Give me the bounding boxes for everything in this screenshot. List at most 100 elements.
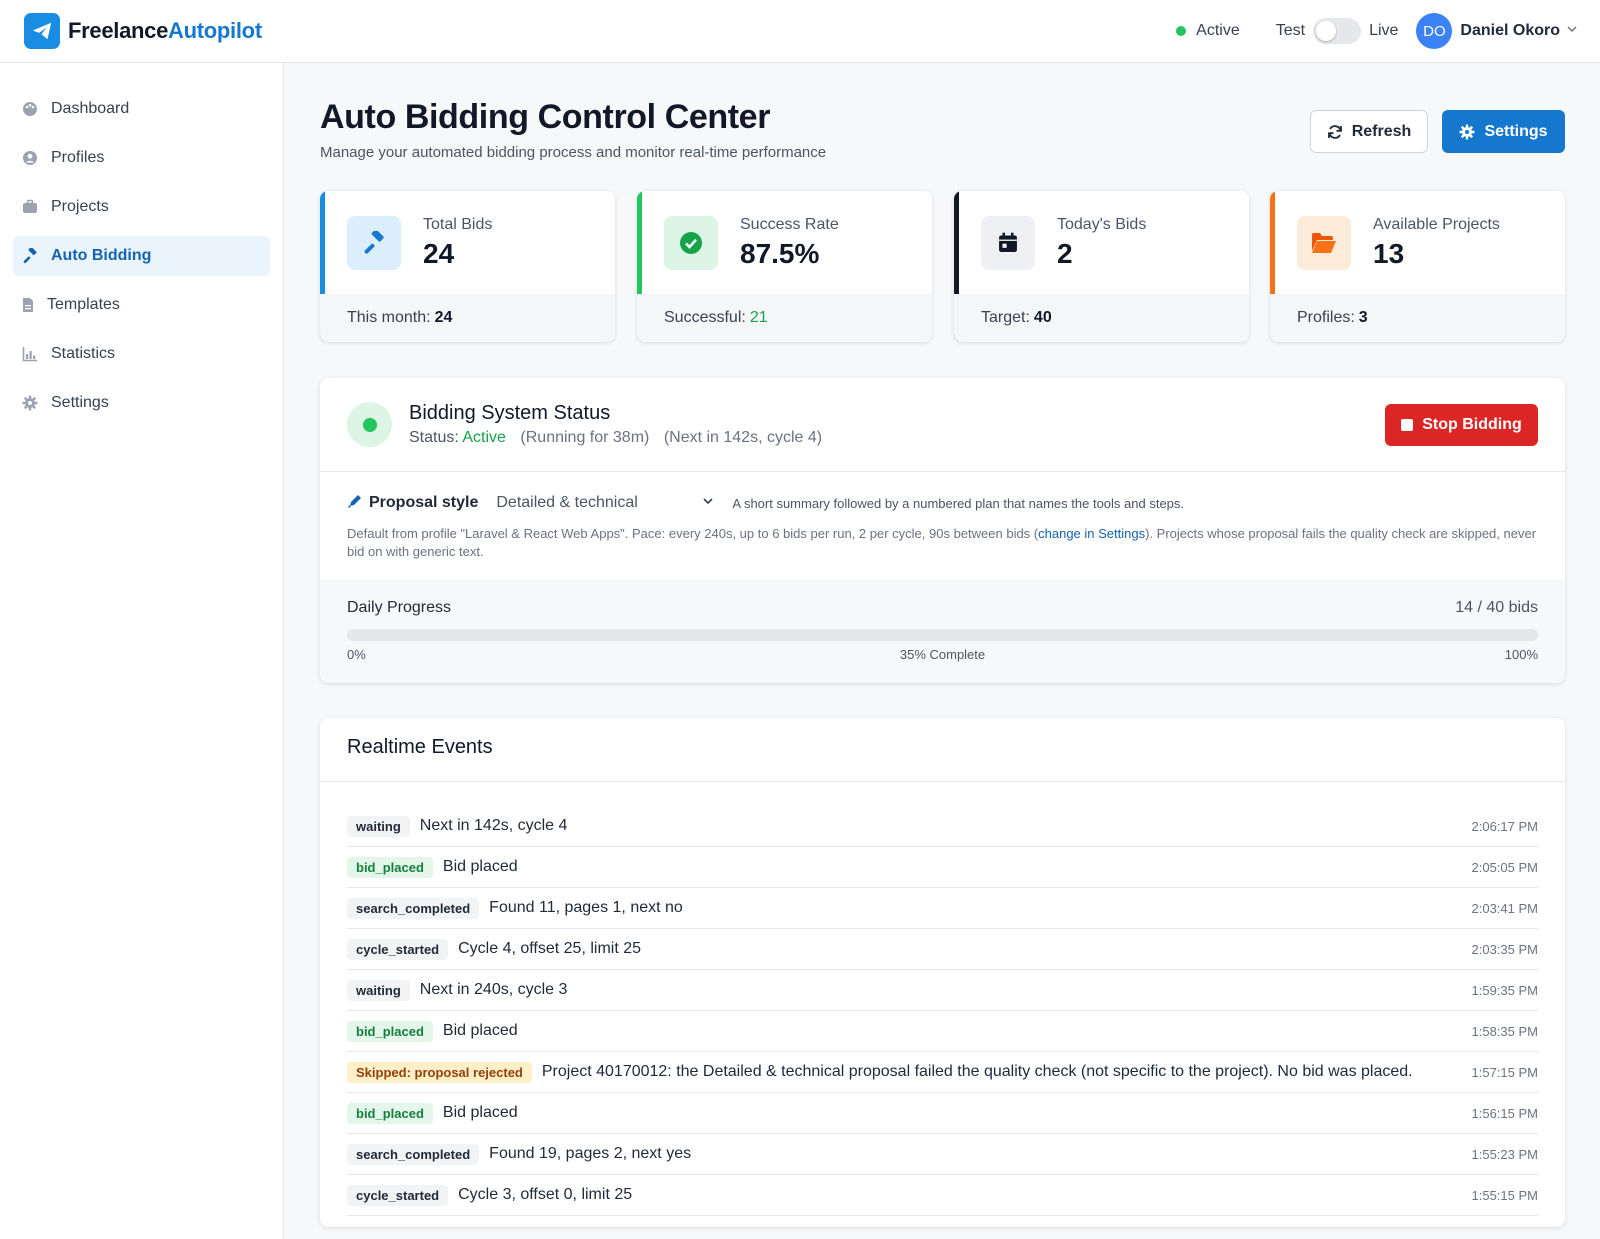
user-menu[interactable]: Daniel Okoro [1460,22,1560,40]
palette-icon [22,101,38,117]
event-row: waiting Next in 142s, cycle 4 2:06:17 PM [347,806,1538,847]
stat-footer-value: 3 [1358,309,1368,326]
status-line: Status: Active (Running for 38m) (Next i… [409,429,822,447]
stop-bidding-label: Stop Bidding [1422,416,1522,433]
stat-footer-value: 21 [749,309,768,326]
toggle-knob [1316,21,1337,41]
events-list: waiting Next in 142s, cycle 4 2:06:17 PM bi… [347,806,1538,1216]
stat-footer-value: 40 [1033,309,1052,326]
stat-card-available-projects: Available Projects 13 Profiles: 3 [1270,191,1565,342]
briefcase-icon [22,199,38,215]
event-type-badge: cycle_started [347,938,449,960]
sidebar-item-dashboard[interactable]: Dashboard [13,89,270,129]
stat-footer-label: Target: [981,309,1030,326]
sidebar-item-projects[interactable]: Projects [13,187,270,227]
status-dot-icon [1176,26,1187,36]
change-in-settings-link[interactable]: change in Settings [1038,526,1145,541]
bar-chart-icon [22,346,38,362]
event-timestamp: 2:03:35 PM [1471,941,1539,957]
proposal-settings-note: Default from profile "Laravel & React We… [347,526,1537,559]
event-type-badge: bid_placed [347,856,433,878]
proposal-style-hint: A short summary followed by a numbered p… [732,495,1185,511]
daily-progress-count: 14 / 40 bids [1455,599,1538,616]
mode-test-label: Test [1275,22,1306,39]
progress-bar-fill [347,629,764,641]
event-timestamp: 2:05:05 PM [1471,859,1539,875]
event-row: cycle_started Cycle 4, offset 25, limit 2… [347,929,1538,970]
stat-footer: This month: 24 [320,294,615,342]
event-type-badge: cycle_started [347,1184,449,1206]
sidebar-item-label: Settings [51,394,109,411]
status-prefix: Status: [409,429,459,446]
calendar-icon [981,216,1035,270]
app-logo[interactable]: FreelanceAutopilot [24,13,262,49]
event-type-badge: search_completed [347,1143,480,1165]
refresh-icon [1327,124,1342,139]
top-bar: FreelanceAutopilot Active Test Live DO D… [0,0,1600,63]
stat-footer: Profiles: 3 [1270,294,1565,342]
event-message: Next in 240s, cycle 3 [419,981,568,998]
gavel-icon [22,248,38,264]
sidebar-item-label: Profiles [51,149,105,166]
settings-button[interactable]: Settings [1442,110,1565,153]
proposal-style-select[interactable]: Detailed & technical [496,494,714,512]
stat-footer-label: This month: [347,309,431,326]
sidebar-item-profiles[interactable]: Profiles [13,138,270,178]
gear-icon [1459,124,1475,139]
stop-bidding-button[interactable]: Stop Bidding [1385,404,1538,446]
page-subtitle: Manage your automated bidding process an… [320,144,827,161]
event-message: Bid placed [442,1104,518,1121]
proposal-style-row: Proposal style Detailed & technical A sh… [347,491,1184,515]
sidebar-item-templates[interactable]: Templates [13,285,270,325]
event-timestamp: 1:55:23 PM [1471,1146,1539,1162]
daily-progress: Daily Progress 14 / 40 bids 0% 35% Compl… [320,579,1565,683]
refresh-button[interactable]: Refresh [1310,110,1428,153]
stat-label: Today's Bids [1057,216,1147,233]
event-type-badge: waiting [347,815,410,837]
sidebar-item-auto-bidding[interactable]: Auto Bidding [13,236,270,276]
stat-label: Total Bids [423,216,493,233]
status-badge: Active [462,429,506,446]
event-message: Bid placed [442,1022,518,1039]
event-row: cycle_started Cycle 3, offset 0, limit 25… [347,1175,1538,1216]
test-live-toggle[interactable] [1313,18,1362,44]
event-type-badge: bid_placed [347,1020,433,1042]
sidebar-item-label: Templates [47,296,120,313]
avatar[interactable]: DO [1416,13,1453,49]
folder-open-icon [1297,216,1351,270]
status-indicator-icon [347,402,392,447]
gear-icon [22,395,38,411]
sidebar-item-settings[interactable]: Settings [13,383,270,423]
event-type-badge: waiting [347,979,410,1001]
event-timestamp: 2:06:17 PM [1471,818,1539,834]
page-title: Auto Bidding Control Center [320,98,771,136]
event-message: Found 19, pages 2, next yes [489,1145,692,1162]
status-panel-title: Bidding System Status [409,402,611,424]
chevron-down-icon[interactable] [1566,22,1578,40]
sidebar-item-statistics[interactable]: Statistics [13,334,270,374]
file-icon [22,297,34,313]
mode-live-label: Live [1369,22,1399,39]
running-duration: (Running for 38m) [520,429,650,446]
event-timestamp: 1:56:15 PM [1471,1105,1539,1121]
sidebar-item-label: Projects [51,198,109,215]
event-row: bid_placed Bid placed 1:56:15 PM [347,1093,1538,1134]
stat-value: 2 [1057,238,1073,269]
progress-bar [347,629,1538,641]
event-row: search_completed Found 11, pages 1, next … [347,888,1538,929]
proposal-style-label: Proposal style [369,494,479,511]
event-message: Project 40170012: the Detailed & technic… [541,1063,1413,1080]
event-message: Found 11, pages 1, next no [489,899,683,916]
stat-footer-label: Successful: [664,309,746,326]
daily-progress-title: Daily Progress [347,599,452,616]
stat-card-total-bids: Total Bids 24 This month: 24 [320,191,615,342]
stat-footer-label: Profiles: [1297,309,1355,326]
pen-icon [347,493,363,514]
event-type-badge: search_completed [347,897,480,919]
stat-label: Available Projects [1373,216,1500,233]
user-circle-icon [22,150,38,166]
sidebar-item-label: Auto Bidding [51,247,152,264]
event-message: Bid placed [442,858,518,875]
sidebar-item-label: Dashboard [51,100,130,117]
refresh-label: Refresh [1351,122,1412,140]
